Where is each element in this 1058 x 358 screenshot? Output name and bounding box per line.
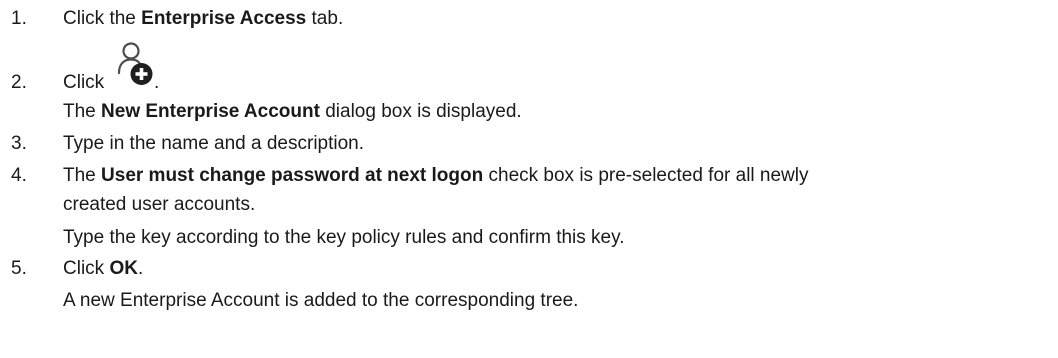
- ui-term: Enterprise Access: [141, 8, 307, 29]
- step-text-pre: Click: [63, 258, 110, 279]
- procedure-steps: 1. Click the Enterprise Access tab. 2. C…: [0, 0, 1058, 358]
- step-text: Click the Enterprise Access tab.: [63, 8, 343, 30]
- step-text-pre: Click: [63, 72, 105, 93]
- add-user-icon: [117, 39, 153, 87]
- result-text-pre: The: [63, 101, 102, 122]
- step-text: Click OK.: [63, 258, 143, 280]
- step-text-continuation: created user accounts.: [63, 194, 256, 215]
- ui-term: New Enterprise Account: [101, 101, 320, 122]
- step-number: 3.: [11, 133, 27, 154]
- step-text: Click: [63, 72, 104, 94]
- step-text-post: check box is pre-selected for all newly: [483, 165, 809, 186]
- step-result: A new Enterprise Account is added to the…: [63, 290, 579, 311]
- step-text-post: tab.: [306, 8, 344, 29]
- step-text-post: .: [137, 258, 144, 279]
- step-text-pre: Click the: [63, 8, 142, 29]
- step-number: 5.: [11, 258, 27, 279]
- step-number: 2.: [11, 72, 27, 93]
- result-text-post: dialog box is displayed.: [319, 101, 522, 122]
- step-text-pre: The: [63, 165, 102, 186]
- step-extra: Type the key according to the key policy…: [63, 227, 625, 248]
- step-result: The New Enterprise Account dialog box is…: [63, 101, 522, 123]
- step-text: Type in the name and a description.: [63, 133, 365, 154]
- ui-term: User must change password at next logon: [101, 165, 484, 186]
- step-text-post: .: [154, 72, 160, 93]
- step-number: 4.: [11, 165, 27, 186]
- step-text: The User must change password at next lo…: [63, 165, 809, 187]
- step-number: 1.: [11, 8, 27, 29]
- ui-term: OK: [109, 258, 138, 279]
